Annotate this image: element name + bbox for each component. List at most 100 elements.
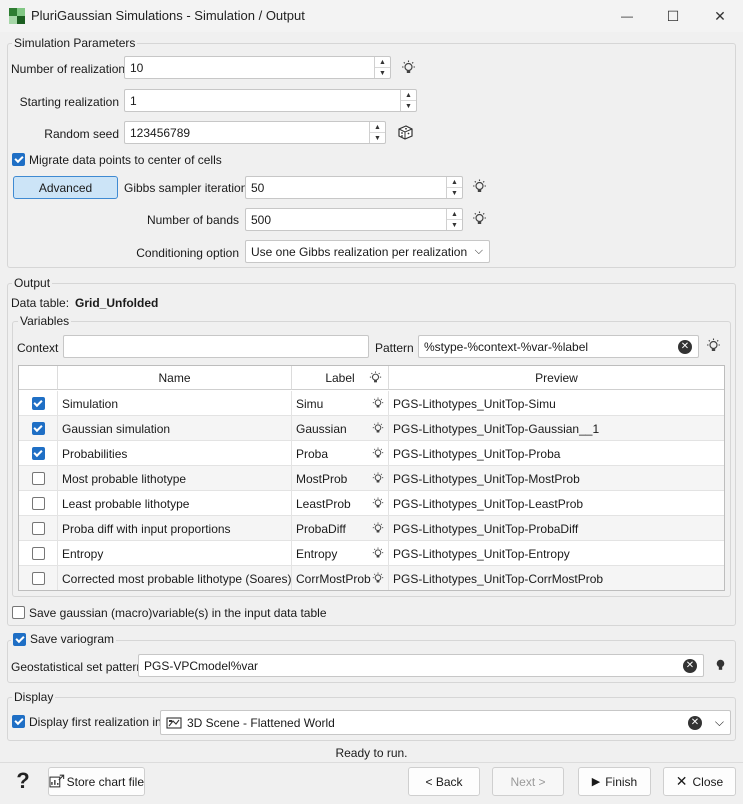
row-checkbox[interactable] [31,497,45,510]
back-button[interactable]: < Back [408,767,480,796]
minimize-button[interactable]: — [604,0,650,32]
migrate-checkbox[interactable] [12,153,25,166]
clear-icon[interactable]: ✕ [683,659,697,673]
row-preview-cell[interactable]: PGS-Lithotypes_UnitTop-Simu [389,391,724,416]
number-of-bands-stepper[interactable]: ▲ ▼ [446,209,462,230]
next-button[interactable]: Next > [492,767,564,796]
spin-up-icon[interactable]: ▲ [370,122,385,132]
chevron-down-icon: ⌵ [474,245,483,257]
gibbs-iterations-label: Gibbs sampler iterations [124,181,254,195]
bulb-icon[interactable] [472,211,487,227]
table-header-preview[interactable]: Preview [389,366,724,390]
bulb-icon[interactable] [372,497,384,510]
row-name-cell[interactable]: Gaussian simulation [58,416,292,441]
maximize-button[interactable]: ☐ [650,0,696,32]
spin-down-icon[interactable]: ▼ [370,132,385,143]
context-input[interactable] [63,335,369,358]
row-checkbox[interactable] [31,397,45,410]
num-realizations-spinbox[interactable]: 10 ▲ ▼ [124,56,391,79]
row-checkbox[interactable] [31,447,45,460]
row-preview-cell[interactable]: PGS-Lithotypes_UnitTop-Entropy [389,541,724,566]
maximize-icon: ☐ [666,7,680,24]
row-name-cell[interactable]: Entropy [58,541,292,566]
num-realizations-stepper[interactable]: ▲ ▼ [374,57,390,78]
finish-button[interactable]: ▶ Finish [578,767,651,796]
random-seed-stepper[interactable]: ▲ ▼ [369,122,385,143]
close-window-button[interactable]: ✕ [697,0,743,32]
display-first-realization-checkbox[interactable] [12,715,25,728]
conditioning-option-label: Conditioning option [136,246,239,260]
number-of-bands-spinbox[interactable]: 500 ▲ ▼ [245,208,463,231]
store-chart-button[interactable]: Store chart file [48,767,145,796]
row-preview-cell[interactable]: PGS-Lithotypes_UnitTop-ProbaDiff [389,516,724,541]
bulb-icon[interactable] [372,447,384,460]
random-seed-spinbox[interactable]: 123456789 ▲ ▼ [124,121,386,144]
save-gaussian-checkbox[interactable] [12,606,25,619]
table-header-name[interactable]: Name [58,366,292,390]
bulb-icon[interactable] [372,547,384,560]
row-checkbox[interactable] [31,547,45,560]
spin-down-icon[interactable]: ▼ [401,100,416,111]
scene-select[interactable]: 3D Scene - Flattened World ✕ ⌵ [160,710,731,735]
row-name-cell[interactable]: Most probable lithotype [58,466,292,491]
starting-realization-label: Starting realization [19,95,119,109]
row-checkbox[interactable] [31,422,45,435]
geostat-pattern-input[interactable]: PGS-VPCmodel%var ✕ [138,654,704,677]
row-checkbox[interactable] [31,572,45,585]
save-gaussian-label: Save gaussian (macro)variable(s) in the … [29,606,327,620]
bulb-icon[interactable] [472,179,487,195]
bulb-filled-icon[interactable] [714,658,727,672]
row-preview-cell[interactable]: PGS-Lithotypes_UnitTop-CorrMostProb [389,566,724,590]
row-checkbox[interactable] [31,472,45,485]
row-checkbox[interactable] [31,522,45,535]
spin-down-icon[interactable]: ▼ [447,187,462,198]
bulb-icon[interactable] [372,397,384,410]
help-icon[interactable]: ? [11,766,35,796]
bulb-icon[interactable] [372,422,384,435]
number-of-bands-value: 500 [251,212,272,227]
app-icon [9,8,25,24]
row-name-cell[interactable]: Simulation [58,391,292,416]
gibbs-iterations-stepper[interactable]: ▲ ▼ [446,177,462,198]
save-variogram-checkbox[interactable] [13,632,26,646]
advanced-button[interactable]: Advanced [13,176,118,199]
gibbs-iterations-spinbox[interactable]: 50 ▲ ▼ [245,176,463,199]
row-name-cell[interactable]: Corrected most probable lithotype (Soare… [58,566,292,590]
row-preview-cell[interactable]: PGS-Lithotypes_UnitTop-Proba [389,441,724,466]
pattern-input[interactable]: %stype-%context-%var-%label ✕ [418,335,699,358]
spin-up-icon[interactable]: ▲ [447,209,462,219]
geostat-pattern-label: Geostatistical set pattern [11,660,144,674]
display-title: Display [12,690,56,704]
row-check-cell [19,416,58,441]
bulb-icon[interactable] [706,338,721,354]
row-name-cell[interactable]: Least probable lithotype [58,491,292,516]
spin-down-icon[interactable]: ▼ [447,219,462,230]
starting-realization-stepper[interactable]: ▲ ▼ [400,90,416,111]
spin-up-icon[interactable]: ▲ [401,90,416,100]
clear-icon[interactable]: ✕ [678,340,692,354]
window-title: PluriGaussian Simulations - Simulation /… [31,8,305,23]
footer-divider [0,762,743,763]
dice-icon[interactable] [397,124,414,140]
row-preview-cell[interactable]: PGS-Lithotypes_UnitTop-LeastProb [389,491,724,516]
bulb-icon[interactable] [369,371,382,385]
row-name-cell[interactable]: Probabilities [58,441,292,466]
table-header-label[interactable]: Label [292,366,389,390]
bulb-icon[interactable] [401,60,416,76]
row-preview-cell[interactable]: PGS-Lithotypes_UnitTop-Gaussian__1 [389,416,724,441]
starting-realization-spinbox[interactable]: 1 ▲ ▼ [124,89,417,112]
close-button[interactable]: ✕ Close [663,767,736,796]
spin-down-icon[interactable]: ▼ [375,67,390,78]
spin-up-icon[interactable]: ▲ [375,57,390,67]
bulb-icon[interactable] [372,572,384,585]
table-header-check [19,366,58,390]
chevron-down-icon[interactable]: ⌵ [715,715,724,730]
conditioning-option-select[interactable]: Use one Gibbs realization per realizatio… [245,240,490,263]
row-name-cell[interactable]: Proba diff with input proportions [58,516,292,541]
bulb-icon[interactable] [372,522,384,535]
table-header-label-text: Label [325,370,355,385]
spin-up-icon[interactable]: ▲ [447,177,462,187]
bulb-icon[interactable] [372,472,384,485]
clear-icon[interactable]: ✕ [688,716,702,730]
row-preview-cell[interactable]: PGS-Lithotypes_UnitTop-MostProb [389,466,724,491]
